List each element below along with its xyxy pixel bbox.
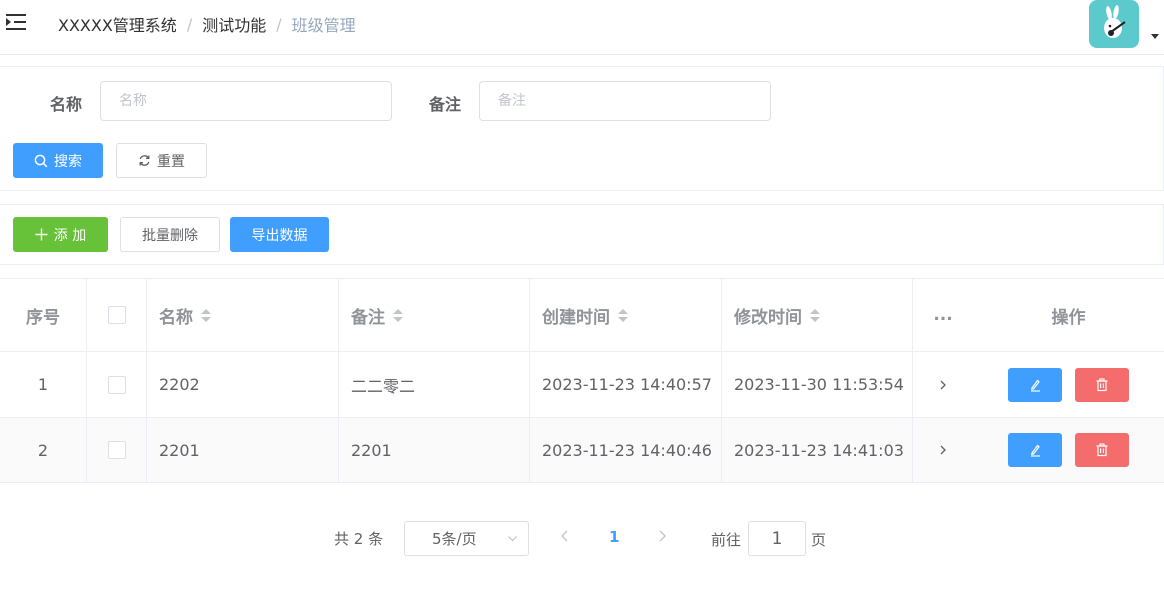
trash-icon [1096,443,1108,457]
cell-modified: 2023-11-23 14:41:03 [722,418,913,482]
add-button[interactable]: 添 加 [13,217,108,252]
sort-icon[interactable] [393,308,403,322]
reset-button-label: 重置 [157,153,185,170]
cell-actions [973,418,1164,482]
chevron-right-icon[interactable] [939,379,947,391]
breadcrumb-item-test[interactable]: 测试功能 [202,12,266,36]
plus-icon [35,228,48,241]
cell-expand [913,352,973,417]
breadcrumb: XXXXX管理系统 / 测试功能 / 班级管理 [58,12,356,36]
chevron-down-icon [508,536,517,542]
column-header-created[interactable]: 创建时间 [530,279,722,351]
next-page-button[interactable] [656,529,668,547]
cell-select [87,418,147,482]
column-header-actions: 操作 [1051,307,1086,328]
table-row: 1 2202 二二零二 2023-11-23 14:40:57 2023-11-… [0,352,1164,418]
breadcrumb-separator: / [186,14,193,34]
table-row: 2 2201 2201 2023-11-23 14:40:46 2023-11-… [0,418,1164,483]
column-header-created-label: 创建时间 [542,307,610,328]
search-panel: 名称 备注 搜索 重置 [0,66,1164,191]
row-checkbox[interactable] [107,375,126,394]
trash-icon [1096,377,1108,391]
note-label: 备注 [429,95,462,114]
reset-button[interactable]: 重置 [116,143,207,178]
breadcrumb-separator: / [276,14,282,34]
search-button[interactable]: 搜索 [13,143,103,178]
export-button[interactable]: 导出数据 [230,217,329,252]
cell-select [87,352,147,417]
column-header-select [87,279,147,351]
batch-delete-label: 批量删除 [142,227,198,244]
pagination: 共 2 条 5条/页 1 前往 页 [0,521,1164,556]
search-icon [34,154,48,167]
page-number-current[interactable]: 1 [609,528,619,546]
cell-note: 2201 [339,418,530,482]
caret-down-icon[interactable] [1151,34,1159,39]
sort-icon[interactable] [201,308,211,322]
page-unit-label: 页 [811,531,827,549]
cell-name: 2202 [147,352,339,417]
edit-icon [1031,444,1040,457]
pagination-total: 共 2 条 [334,530,384,548]
delete-button[interactable] [1075,367,1129,402]
column-header-more: ... [933,305,953,325]
column-header-note-label: 备注 [351,307,385,328]
cell-actions [973,352,1164,417]
page-size-value: 5条/页 [432,530,477,548]
cell-created: 2023-11-23 14:40:57 [530,352,722,417]
prev-page-button[interactable] [559,529,571,547]
name-label: 名称 [50,95,83,114]
column-header-name-label: 名称 [159,307,193,328]
cell-index: 2 [0,418,87,482]
select-all-checkbox[interactable] [107,306,126,324]
cell-modified: 2023-11-30 11:53:54 [722,352,913,417]
note-search-input[interactable] [479,81,771,121]
delete-button[interactable] [1075,433,1129,467]
export-button-label: 导出数据 [251,227,308,244]
action-toolbar: 添 加 批量删除 导出数据 [0,204,1164,265]
edit-button[interactable] [1008,367,1062,402]
avatar[interactable] [1089,0,1139,48]
chevron-right-icon [659,530,666,542]
add-button-label: 添 加 [53,227,87,244]
column-header-name[interactable]: 名称 [147,279,339,351]
cell-expand [913,418,973,482]
top-navbar: XXXXX管理系统 / 测试功能 / 班级管理 [0,0,1164,55]
cell-name: 2201 [147,418,339,482]
class-table: 序号 名称 备注 创建时间 修改时间 ... 操作 1 2202 二二零二 20 [0,278,1164,483]
row-checkbox[interactable] [107,441,126,459]
page-jump-input[interactable] [748,521,806,556]
breadcrumb-item-current: 班级管理 [291,16,356,35]
column-header-modified[interactable]: 修改时间 [722,279,913,351]
edit-button[interactable] [1008,433,1062,467]
breadcrumb-item-system[interactable]: XXXXX管理系统 [58,12,177,36]
column-header-modified-label: 修改时间 [734,307,802,328]
chevron-left-icon [561,530,568,542]
refresh-icon [139,155,150,166]
search-button-label: 搜索 [54,153,82,170]
column-header-index: 序号 [0,279,87,351]
cell-index: 1 [0,352,87,417]
sort-icon[interactable] [618,308,628,322]
cell-created: 2023-11-23 14:40:46 [530,418,722,482]
page-size-select[interactable]: 5条/页 [404,521,529,556]
cell-note: 二二零二 [339,352,530,417]
table-header-row: 序号 名称 备注 创建时间 修改时间 ... 操作 [0,279,1164,352]
batch-delete-button[interactable]: 批量删除 [120,217,220,252]
goto-label: 前往 [711,531,742,549]
column-header-note[interactable]: 备注 [339,279,530,351]
name-search-input[interactable] [100,81,392,121]
sort-icon[interactable] [810,308,820,322]
edit-icon [1031,379,1040,392]
chevron-right-icon[interactable] [939,444,947,456]
menu-toggle-icon[interactable] [6,12,28,32]
